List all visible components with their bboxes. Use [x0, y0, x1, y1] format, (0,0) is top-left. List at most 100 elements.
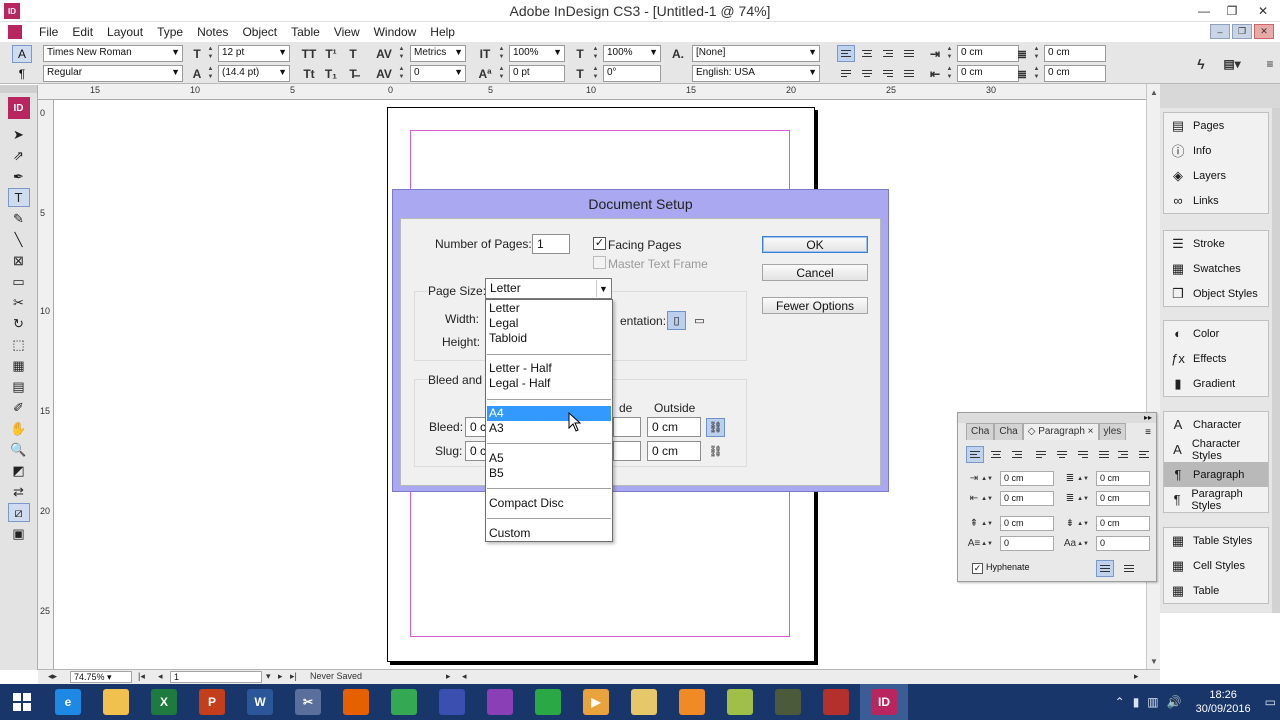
pp-drop-cap-lines-field[interactable]: 0	[1000, 536, 1054, 551]
menu-layout[interactable]: Layout	[100, 25, 150, 39]
menu-notes[interactable]: Notes	[190, 25, 235, 39]
doc-minimize-button[interactable]: –	[1210, 24, 1230, 39]
first-line-indent-stepper[interactable]: ▲ ▼	[945, 65, 954, 82]
vertical-scale-stepper[interactable]: ▲ ▼	[497, 45, 506, 62]
pp-first-line-indent-field[interactable]: 0 cm	[1000, 491, 1054, 506]
status-menu-icon[interactable]: ▸	[446, 671, 451, 682]
option-b5[interactable]: B5	[487, 466, 611, 481]
network-icon[interactable]: ▥	[1143, 695, 1162, 709]
taskbar-app-app-green[interactable]	[716, 684, 764, 720]
paragraph-mode-icon[interactable]: ¶	[12, 65, 32, 83]
dock-item-links[interactable]: ∞ Links	[1164, 188, 1268, 213]
apply-none-icon[interactable]: ⧄	[7, 503, 30, 522]
panel-collapse-icon[interactable]: ▸▸	[1144, 413, 1152, 422]
dock-item-character-styles[interactable]: A Character Styles	[1164, 437, 1268, 462]
tracking-select[interactable]: 0 ▼	[410, 65, 466, 82]
direct-selection-tool-icon[interactable]: ⇗	[8, 146, 30, 165]
option-a5[interactable]: A5	[487, 451, 611, 466]
panel-options-menu-icon[interactable]: ≡	[1145, 427, 1151, 438]
pp-adobe-single-line-button[interactable]	[1096, 560, 1114, 577]
rectangle-tool-icon[interactable]: ▭	[8, 272, 30, 291]
rotate-tool-icon[interactable]: ↻	[8, 314, 30, 333]
strikethrough-icon[interactable]: T̶	[345, 65, 361, 82]
scroll-up-icon[interactable]: ▲	[1150, 88, 1158, 97]
ok-button[interactable]: OK	[762, 236, 868, 253]
kerning-stepper[interactable]: ▲ ▼	[397, 45, 406, 62]
doc-restore-button[interactable]: ❐	[1232, 24, 1252, 39]
vertical-ruler[interactable]: 0 5 10 15 20 25	[38, 100, 54, 670]
menu-edit[interactable]: Edit	[65, 25, 100, 39]
option-a4[interactable]: A4	[487, 406, 611, 421]
pp-drop-cap-chars-field[interactable]: 0	[1096, 536, 1150, 551]
menu-type[interactable]: Type	[150, 25, 190, 39]
vertical-scale-select[interactable]: 100% ▼	[509, 45, 565, 62]
pp-space-before-field[interactable]: 0 cm	[1000, 516, 1054, 531]
restore-button[interactable]: ❐	[1218, 0, 1246, 22]
page-field[interactable]: 1	[170, 671, 262, 683]
pp-right-indent-field[interactable]: 0 cm	[1096, 471, 1150, 486]
horizontal-ruler[interactable]: 15 10 5 0 5 10 15 20 25 30	[38, 84, 1146, 100]
next-page-icon[interactable]: ▸	[278, 671, 283, 682]
pp-last-line-stepper[interactable]: ▲▼	[1077, 491, 1089, 506]
tab-character[interactable]: Cha	[966, 423, 995, 440]
right-indent-field[interactable]: 0 cm	[1044, 45, 1106, 62]
option-a3[interactable]: A3	[487, 421, 611, 436]
option-compact-disc[interactable]: Compact Disc	[487, 496, 611, 511]
dock-item-gradient[interactable]: ▮ Gradient	[1164, 371, 1268, 396]
pp-left-indent-field[interactable]: 0 cm	[1000, 471, 1054, 486]
menu-object[interactable]: Object	[235, 25, 284, 39]
horizontal-scale-select[interactable]: 100% ▼	[603, 45, 661, 62]
panel-menu-icon[interactable]: ▤▾	[1220, 55, 1244, 72]
taskbar-app-media[interactable]: ▶	[572, 684, 620, 720]
justify-all-button[interactable]	[900, 65, 918, 82]
close-button[interactable]: ✕	[1246, 0, 1280, 22]
align-towards-spine-button[interactable]	[900, 45, 918, 62]
baseline-shift-field[interactable]: 0 pt	[509, 65, 565, 82]
taskbar-app-app-orange[interactable]	[668, 684, 716, 720]
pen-tool-icon[interactable]: ✒	[8, 167, 30, 186]
option-tabloid[interactable]: Tabloid	[487, 331, 611, 346]
pp-justify-right-button[interactable]	[1074, 446, 1092, 463]
eyedropper-tool-icon[interactable]: ✐	[8, 398, 30, 417]
taskbar-app-internet-explorer[interactable]: e	[44, 684, 92, 720]
battery-icon[interactable]: ▮	[1129, 695, 1144, 709]
dock-item-stroke[interactable]: ☰ Stroke	[1164, 231, 1268, 256]
hscroll-left-icon[interactable]: ◂	[462, 671, 467, 682]
vertical-scrollbar[interactable]: ▲ ▼	[1146, 84, 1160, 670]
leading-select[interactable]: (14.4 pt) ▼	[218, 65, 290, 82]
kerning-select[interactable]: Metrics ▼	[410, 45, 466, 62]
bleed-link-icon[interactable]: ⛓	[706, 418, 725, 437]
pp-last-line-indent-field[interactable]: 0 cm	[1096, 491, 1150, 506]
underline-icon[interactable]: T	[345, 45, 361, 62]
swap-colors-icon[interactable]: ⇄	[8, 482, 30, 501]
align-left-button[interactable]	[837, 45, 855, 62]
first-page-icon[interactable]: |◂	[138, 671, 145, 682]
font-size-stepper[interactable]: ▲ ▼	[206, 45, 215, 62]
pp-justify-center-button[interactable]	[1053, 446, 1071, 463]
dock-item-paragraph[interactable]: ¶ Paragraph	[1164, 462, 1268, 487]
menu-view[interactable]: View	[327, 25, 367, 39]
align-right-button[interactable]	[879, 45, 897, 62]
pp-adobe-paragraph-button[interactable]	[1120, 560, 1138, 577]
zoom-arrows-icon[interactable]: ◂▸	[48, 671, 57, 682]
gradient-tool-icon[interactable]: ▦	[8, 356, 30, 375]
document-icon[interactable]	[8, 25, 22, 39]
taskbar-app-word[interactable]: W	[236, 684, 284, 720]
portrait-orientation-icon[interactable]: ▯	[667, 311, 686, 330]
zoom-field[interactable]: 74.75% ▾	[70, 671, 132, 683]
page-dropdown-icon[interactable]: ▾	[266, 671, 271, 682]
baseline-shift-stepper[interactable]: ▲ ▼	[497, 65, 506, 82]
taskbar-app-folder[interactable]	[620, 684, 668, 720]
minimize-button[interactable]: —	[1190, 0, 1218, 22]
hyphenate-checkbox[interactable]: ✓	[972, 563, 983, 574]
note-tool-icon[interactable]: ▤	[8, 377, 30, 396]
align-center-button[interactable]	[858, 45, 876, 62]
option-legal-half[interactable]: Legal - Half	[487, 376, 611, 391]
pp-drop-cap-chars-stepper[interactable]: ▲▼	[1077, 536, 1089, 551]
last-page-icon[interactable]: ▸|	[290, 671, 297, 682]
dock-item-pages[interactable]: ▤ Pages	[1164, 113, 1268, 138]
notifications-icon[interactable]: ▭	[1261, 695, 1280, 709]
font-family-select[interactable]: Times New Roman ▼	[43, 45, 183, 62]
line-tool-icon[interactable]: ╲	[8, 230, 30, 249]
justify-left-button[interactable]	[837, 65, 855, 82]
